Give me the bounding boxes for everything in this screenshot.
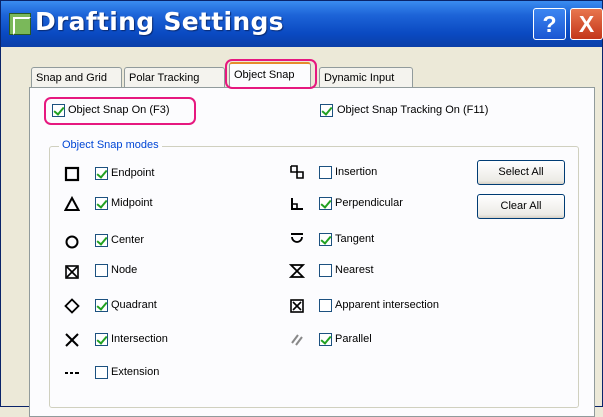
endpoint-checkbox[interactable]	[95, 167, 108, 180]
apparent-intersection-checkbox[interactable]	[319, 299, 332, 312]
tangent-label: Tangent	[335, 233, 375, 245]
object-snap-tracking-checkbox[interactable]	[320, 104, 333, 117]
apparent-intersection-icon	[290, 299, 304, 313]
nearest-label: Nearest	[335, 264, 374, 276]
tab-polar-tracking[interactable]: Polar Tracking	[124, 67, 225, 87]
apparent-intersection-label: Apparent intersection	[335, 299, 439, 311]
object-snap-modes-title: Object Snap modes	[59, 139, 162, 151]
midpoint-icon	[64, 196, 80, 211]
close-button[interactable]: X	[570, 8, 603, 40]
node-checkbox[interactable]	[95, 264, 108, 277]
perpendicular-label: Perpendicular	[335, 197, 403, 209]
object-snap-tracking-label: Object Snap Tracking On (F11)	[337, 104, 489, 116]
title-bar[interactable]: Drafting Settings ? X	[1, 1, 603, 47]
parallel-icon	[291, 334, 303, 346]
insertion-checkbox[interactable]	[319, 166, 332, 179]
window-title: Drafting Settings	[35, 7, 284, 36]
quadrant-icon	[64, 298, 80, 314]
clear-all-button[interactable]: Clear All	[477, 194, 565, 219]
nearest-checkbox[interactable]	[319, 264, 332, 277]
object-snap-on-checkbox[interactable]	[52, 104, 65, 117]
center-checkbox[interactable]	[95, 234, 108, 247]
help-button[interactable]: ?	[533, 8, 566, 40]
insertion-label: Insertion	[335, 166, 378, 178]
quadrant-checkbox[interactable]	[95, 299, 108, 312]
endpoint-icon	[64, 166, 80, 182]
intersection-label: Intersection	[111, 333, 168, 345]
midpoint-label: Midpoint	[111, 197, 153, 209]
parallel-label: Parallel	[335, 333, 372, 345]
center-label: Center	[111, 234, 145, 246]
drafting-settings-window: Drafting Settings ? X Snap and Grid Pola…	[0, 0, 603, 417]
node-label: Node	[111, 264, 138, 276]
select-all-button[interactable]: Select All	[477, 160, 565, 185]
quadrant-label: Quadrant	[111, 299, 157, 311]
endpoint-label: Endpoint	[111, 167, 155, 179]
extension-checkbox[interactable]	[95, 366, 108, 379]
midpoint-checkbox[interactable]	[95, 197, 108, 210]
tangent-icon	[291, 233, 303, 243]
extension-icon	[65, 372, 79, 374]
intersection-icon	[65, 333, 79, 347]
tab-dynamic-input[interactable]: Dynamic Input	[319, 67, 413, 87]
tab-snap-and-grid[interactable]: Snap and Grid	[31, 67, 122, 87]
intersection-checkbox[interactable]	[95, 333, 108, 346]
node-icon	[65, 265, 79, 279]
perpendicular-icon	[291, 198, 303, 210]
insertion-icon	[290, 165, 304, 179]
drafting-app-icon	[9, 13, 31, 35]
nearest-icon	[289, 264, 305, 278]
tab-object-snap[interactable]: Object Snap	[229, 62, 311, 87]
tangent-checkbox[interactable]	[319, 233, 332, 246]
parallel-checkbox[interactable]	[319, 333, 332, 346]
object-snap-on-label: Object Snap On (F3)	[68, 104, 170, 116]
extension-label: Extension	[111, 366, 160, 378]
perpendicular-checkbox[interactable]	[319, 197, 332, 210]
center-icon	[65, 235, 79, 249]
